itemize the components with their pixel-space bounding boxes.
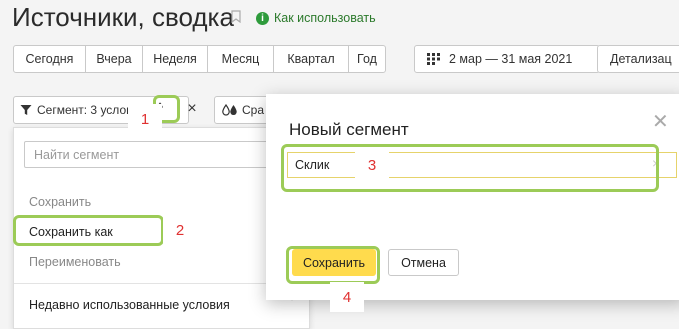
dropdown-rename-item[interactable]: Переименовать [29, 255, 121, 269]
highlight-name-input [281, 144, 659, 192]
bookmark-icon[interactable] [231, 10, 241, 23]
date-range-label: 2 мар — 31 мая 2021 [449, 52, 573, 66]
segment-clear-icon[interactable]: × [183, 100, 201, 118]
filter-icon [20, 105, 32, 115]
step-number-4: 4 [330, 282, 364, 312]
period-year-button[interactable]: Год [348, 45, 386, 73]
period-week-button[interactable]: Неделя [142, 45, 208, 73]
step-number-2: 2 [163, 215, 197, 245]
compare-drops-icon [222, 104, 237, 116]
period-month-button[interactable]: Месяц [207, 45, 274, 73]
segment-label: Сегмент: 3 услови [37, 103, 140, 117]
help-link-label: Как использовать [274, 11, 376, 25]
close-icon[interactable]: ✕ [652, 112, 669, 132]
date-range-button[interactable]: 2 мар — 31 мая 2021 [414, 45, 600, 73]
period-selector: Сегодня Вчера Неделя Месяц Квартал Год [13, 45, 386, 73]
period-quarter-button[interactable]: Квартал [273, 45, 349, 73]
calendar-icon [427, 53, 440, 65]
cancel-button[interactable]: Отмена [388, 249, 459, 276]
step-number-3: 3 [355, 150, 389, 180]
dropdown-recent-conditions[interactable]: Недавно использованные условия [29, 298, 230, 312]
segment-search-input[interactable]: Найти сегмент [24, 141, 281, 168]
highlight-save-button [286, 246, 380, 284]
period-yesterday-button[interactable]: Вчера [85, 45, 143, 73]
dialog-title: Новый сегмент [289, 120, 409, 139]
period-today-button[interactable]: Сегодня [13, 45, 86, 73]
help-link[interactable]: i Как использовать [256, 11, 376, 25]
highlight-save-as [13, 215, 164, 246]
help-icon: i [256, 11, 269, 25]
step-number-1: 1 [128, 104, 162, 134]
dropdown-divider [14, 283, 309, 284]
compare-label: Сра [242, 103, 265, 117]
page-title: Источники, сводка [12, 2, 234, 32]
detail-button[interactable]: Детализац [597, 45, 679, 73]
dropdown-save-item[interactable]: Сохранить [29, 195, 91, 209]
